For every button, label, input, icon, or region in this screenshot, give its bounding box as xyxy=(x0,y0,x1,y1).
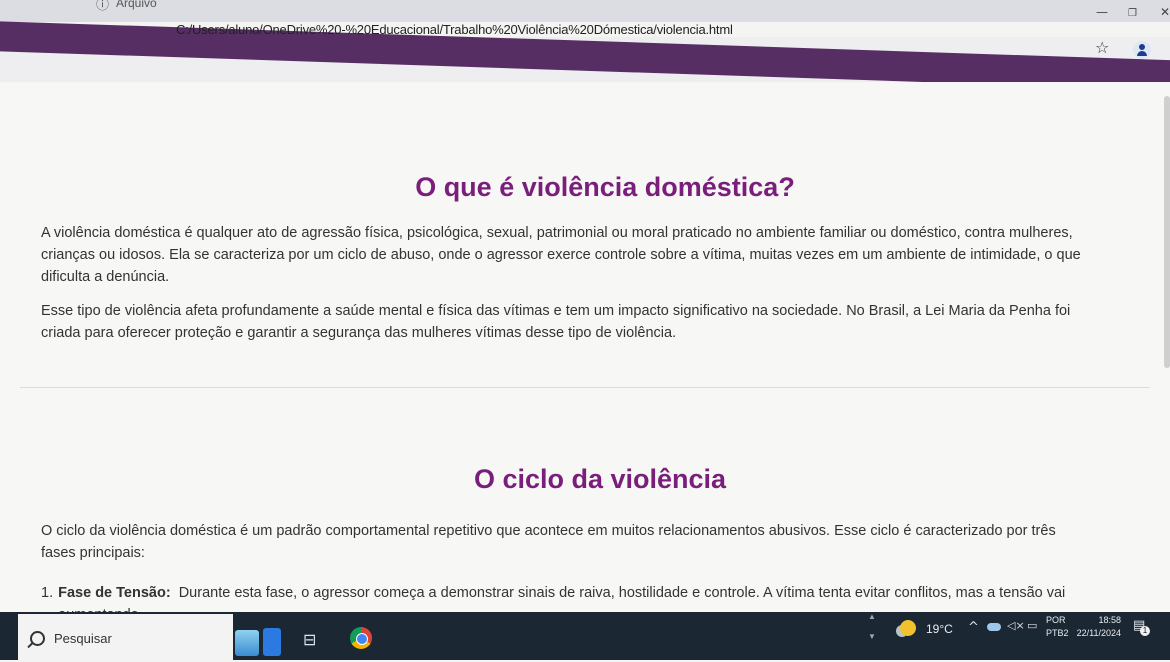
impact-paragraph: Esse tipo de violência afeta profundamen… xyxy=(41,303,1071,341)
store-icon[interactable] xyxy=(263,628,281,656)
phase-title: Fase de Tensão: xyxy=(58,585,171,601)
profile-body-icon xyxy=(1137,51,1147,56)
clock-time: 18:58 xyxy=(1098,615,1121,625)
file-label: Arquivo xyxy=(116,0,157,10)
language-code: POR xyxy=(1046,615,1066,625)
widget-icon[interactable] xyxy=(235,630,259,656)
phase-text: Durante esta fase, o agressor começa a d… xyxy=(58,585,1066,612)
scrollbar-thumb[interactable] xyxy=(1164,96,1170,368)
browser-menu-icon[interactable]: ⋮ xyxy=(1163,38,1170,58)
page-content[interactable]: O que é violência doméstica? A violência… xyxy=(0,82,1170,612)
info-icon[interactable]: ⓘ xyxy=(96,0,109,13)
address-bar-url[interactable]: C:/Users/aluno/OneDrive%20-%20Educaciona… xyxy=(176,22,733,37)
section-title-violence-cycle: O ciclo da violência xyxy=(473,464,727,494)
browser-title-bar: ⓘ Arquivo — ❐ ✕ xyxy=(0,0,1170,22)
minimize-button[interactable]: — xyxy=(1096,5,1108,19)
taskbar-search-box[interactable]: Pesquisar xyxy=(18,614,233,662)
task-view-icon[interactable]: ⊟ xyxy=(303,630,316,649)
phase-number: 1. xyxy=(41,585,54,601)
profile-avatar[interactable] xyxy=(1133,41,1151,59)
cycle-intro-paragraph: O ciclo da violência doméstica é um padr… xyxy=(41,523,1056,561)
weather-icon[interactable] xyxy=(900,620,916,636)
speaker-icon[interactable]: ◁× xyxy=(1007,619,1025,632)
section-title-domestic-violence: O que é violência doméstica? xyxy=(415,172,795,202)
chevron-up-icon[interactable]: ^ xyxy=(968,620,979,635)
language-indicator[interactable]: POR PTB2 xyxy=(1046,614,1069,640)
temperature[interactable]: 19°C xyxy=(926,622,953,636)
bookmark-star-icon[interactable]: ☆ xyxy=(1095,38,1109,57)
restore-button[interactable]: ❐ xyxy=(1128,8,1137,19)
network-icon[interactable]: ▭ xyxy=(1027,619,1037,632)
notification-badge: 1 xyxy=(1140,626,1150,636)
profile-head-icon xyxy=(1139,44,1145,50)
onedrive-icon[interactable] xyxy=(987,623,1001,631)
list-item: 1. Fase de Tensão: Durante esta fase, o … xyxy=(41,582,1101,612)
keyboard-layout: PTB2 xyxy=(1046,628,1069,638)
windows-taskbar: Pesquisar ⊟ ▲ ▼ 19°C ^ ◁× ▭ POR PTB2 18:… xyxy=(0,612,1170,662)
close-button[interactable]: ✕ xyxy=(1160,5,1170,19)
search-icon xyxy=(30,631,45,646)
search-placeholder: Pesquisar xyxy=(54,631,112,646)
phase-list: 1. Fase de Tensão: Durante esta fase, o … xyxy=(41,582,1101,612)
section-divider xyxy=(20,387,1150,388)
clock[interactable]: 18:58 22/11/2024 xyxy=(1073,614,1121,640)
scroll-up-icon[interactable]: ▲ xyxy=(868,612,876,621)
intro-paragraph: A violência doméstica é qualquer ato de … xyxy=(41,225,1081,285)
scroll-down-icon[interactable]: ▼ xyxy=(868,632,876,641)
clock-date: 22/11/2024 xyxy=(1076,628,1121,638)
chrome-icon[interactable] xyxy=(350,627,372,649)
